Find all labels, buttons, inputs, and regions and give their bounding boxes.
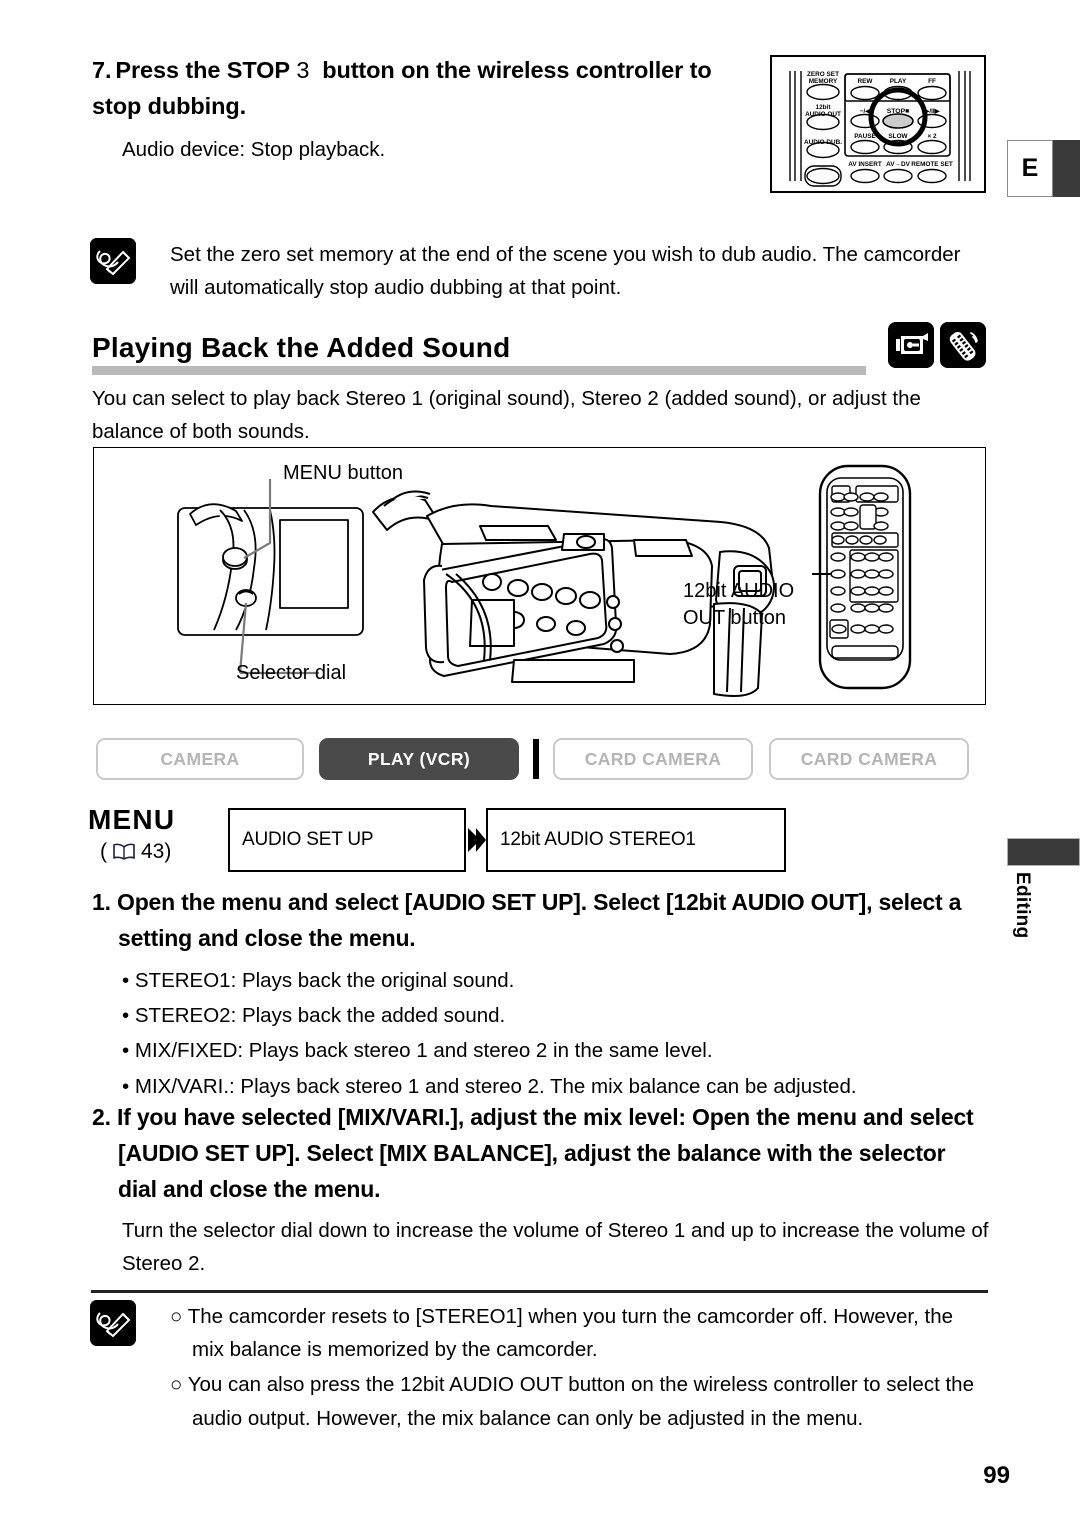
svg-text:AUDIO DUB.: AUDIO DUB. — [804, 139, 842, 146]
svg-text:SLOW: SLOW — [888, 133, 908, 140]
menu-box-audio-set-up[interactable]: AUDIO SET UP — [228, 808, 466, 872]
remote-control-detail-illustration: ZERO SET MEMORY 12bit AUDIO OUT AUDIO DU… — [770, 55, 986, 193]
section-rule — [92, 366, 866, 375]
chapter-side-label: Editing — [1012, 872, 1033, 939]
label-12bit-line2: OUT button — [683, 607, 787, 629]
corner-tab-letter: E — [1007, 140, 1053, 197]
step-2-title: 2. If you have selected [MIX/VARI.], adj… — [92, 1100, 990, 1208]
menu-arrow-icon — [466, 827, 486, 853]
notes-divider — [91, 1290, 988, 1293]
section-title: Playing Back the Added Sound — [92, 332, 521, 364]
stop-button — [882, 113, 914, 129]
book-icon — [112, 843, 136, 861]
step-2-note: Turn the selector dial down to increase … — [122, 1218, 989, 1275]
memo-note-top: Set the zero set memory at the end of th… — [90, 238, 990, 304]
section-heading-icons — [888, 322, 986, 368]
step-7-title-part1: Press the STOP — [115, 57, 290, 83]
svg-text:FF: FF — [928, 78, 936, 85]
mode-tab-play-vcr[interactable]: PLAY (VCR) — [319, 738, 519, 780]
section-heading: Playing Back the Added Sound — [92, 322, 986, 378]
step-7-title: 7. Press the STOP 3 button on the wireles… — [92, 52, 752, 125]
step-1-bullets: • STEREO1: Plays back the original sound… — [92, 963, 990, 1104]
memo-note-bottom: ○ The camcorder resets to [STEREO1] when… — [90, 1300, 990, 1435]
mode-tab-card-camera[interactable]: CARD CAMERA — [553, 738, 753, 780]
step-1-bullet-3: • MIX/VARI.: Plays back stereo 1 and ste… — [122, 1074, 857, 1098]
menu-page-reference: ( 43) — [100, 840, 171, 864]
menu-path-row: MENU ( 43) AUDIO SET UP 12bit AUDIO STER… — [88, 802, 788, 874]
svg-text:REW: REW — [858, 78, 874, 85]
mode-tab-camera[interactable]: CAMERA — [96, 738, 304, 780]
memo-note-bottom-text: ○ The camcorder resets to [STEREO1] when… — [170, 1300, 990, 1435]
mode-divider — [533, 739, 539, 779]
svg-text:ZERO SET: ZERO SET — [807, 71, 839, 78]
svg-text:PLAY: PLAY — [890, 78, 907, 85]
svg-text:PAUSE: PAUSE — [854, 133, 876, 140]
svg-text:AUDIO OUT: AUDIO OUT — [805, 111, 841, 118]
menu-box-12bit-audio-stereo1[interactable]: 12bit AUDIO STEREO1 — [486, 808, 786, 872]
menu-label: MENU — [88, 804, 176, 835]
svg-text:12bit: 12bit — [816, 104, 832, 111]
memo-note-top-text: Set the zero set memory at the end of th… — [170, 243, 961, 300]
step-2-block: 2. If you have selected [MIX/VARI.], adj… — [92, 1100, 990, 1280]
remote-detail-svg: ZERO SET MEMORY 12bit AUDIO OUT AUDIO DU… — [789, 71, 971, 187]
svg-text:AV→DV: AV→DV — [886, 161, 910, 168]
step-7-symbol: 3 — [296, 57, 310, 83]
chapter-side-tab — [1007, 838, 1080, 866]
mode-indicator-row: CAMERA PLAY (VCR) CARD CAMERA CARD CAMER… — [96, 738, 986, 780]
mode-tab-card-play[interactable]: CARD CAMERA — [769, 738, 969, 780]
menu-ref-page: 43) — [141, 840, 172, 863]
corner-tab: E — [1007, 140, 1080, 197]
step-1-bullet-2: • MIX/FIXED: Plays back stereo 1 and ste… — [122, 1039, 713, 1063]
memo-bottom-note-0: ○ The camcorder resets to [STEREO1] when… — [170, 1305, 954, 1362]
svg-text:STOP■: STOP■ — [887, 108, 910, 115]
step-1-block: 1. Open the menu and select [AUDIO SET U… — [92, 885, 990, 1104]
section-intro-text: You can select to play back Stereo 1 (or… — [92, 387, 921, 444]
svg-text:AV INSERT: AV INSERT — [848, 161, 882, 168]
step-7-block: 7. Press the STOP 3 button on the wireles… — [92, 52, 752, 166]
memo-bottom-note-1: ○ You can also press the 12bit AUDIO OUT… — [170, 1373, 974, 1430]
label-menu-button: MENU button — [283, 462, 404, 484]
memo-pencil-icon — [90, 1300, 136, 1346]
memo-pencil-icon — [90, 238, 136, 284]
step-1-number: 1. — [92, 889, 111, 915]
label-selector-dial: Selector dial — [236, 662, 347, 684]
svg-text:× 2: × 2 — [927, 133, 937, 140]
wireless-controller-icon — [940, 322, 986, 368]
menu-ref-open: ( — [100, 840, 107, 863]
wireless-controller-illustration — [812, 462, 920, 692]
step-1-bullet-1: • STEREO2: Plays back the added sound. — [122, 1004, 506, 1027]
step-1-title: 1. Open the menu and select [AUDIO SET U… — [92, 885, 990, 957]
svg-text:MEMORY: MEMORY — [809, 78, 838, 85]
step-7-number: 7. — [92, 57, 112, 83]
step-7-subtext: Audio device: Stop playback. — [122, 137, 386, 161]
step-2-title-text: If you have selected [MIX/VARI.], adjust… — [117, 1104, 974, 1202]
label-12bit-line1: 12bit AUDIO — [683, 580, 795, 602]
step-1-title-text: Open the menu and select [AUDIO SET UP].… — [117, 889, 962, 951]
svg-text:REMOTE SET: REMOTE SET — [911, 161, 953, 168]
step-2-number: 2. — [92, 1104, 111, 1130]
step-1-bullet-0: • STEREO1: Plays back the original sound… — [122, 968, 515, 992]
camcorder-tape-icon — [888, 322, 934, 368]
label-12bit-audio-out-button: 12bit AUDIO OUT button — [683, 578, 794, 632]
page-number: 99 — [983, 1462, 1010, 1489]
